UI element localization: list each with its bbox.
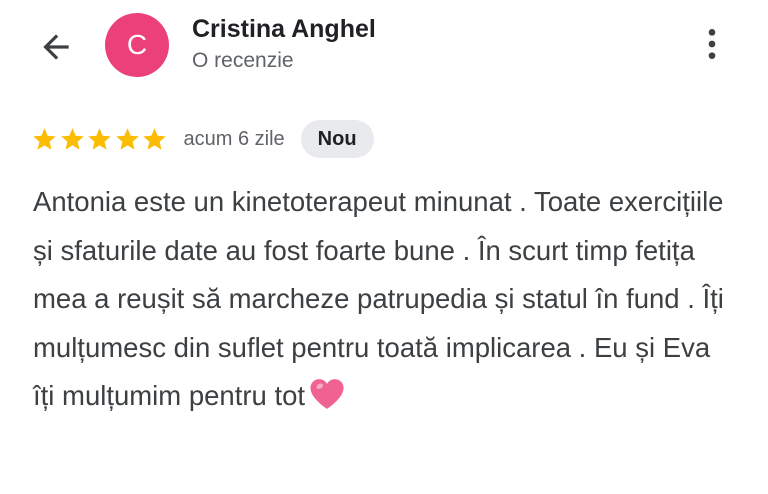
- star-icon: [88, 127, 111, 150]
- star-icon: [33, 127, 56, 150]
- star-icon: [115, 127, 139, 150]
- author-review-count: O recenzie: [192, 49, 294, 72]
- heart-icon: [310, 379, 344, 409]
- back-button[interactable]: [34, 25, 78, 69]
- new-badge: Nou: [300, 120, 374, 158]
- review-detail-screen: C Cristina Anghel O recenzie acum 6 zile…: [0, 0, 768, 494]
- review-text: Antonia este un kinetoterapeut minunat .…: [33, 178, 733, 421]
- star-rating: [31, 126, 169, 153]
- avatar-letter: C: [126, 29, 148, 60]
- review-date: acum 6 zile: [183, 127, 285, 150]
- more-options-button[interactable]: [690, 22, 734, 66]
- rating-row: acum 6 zile Nou: [31, 120, 374, 158]
- author-name[interactable]: Cristina Anghel: [192, 15, 376, 44]
- star-icon: [60, 127, 84, 150]
- avatar[interactable]: C: [105, 13, 169, 77]
- arrow-back-icon: [43, 34, 69, 60]
- review-body: Antonia este un kinetoterapeut minunat .…: [33, 186, 724, 411]
- more-vert-icon: [708, 29, 716, 59]
- star-icon: [143, 127, 166, 150]
